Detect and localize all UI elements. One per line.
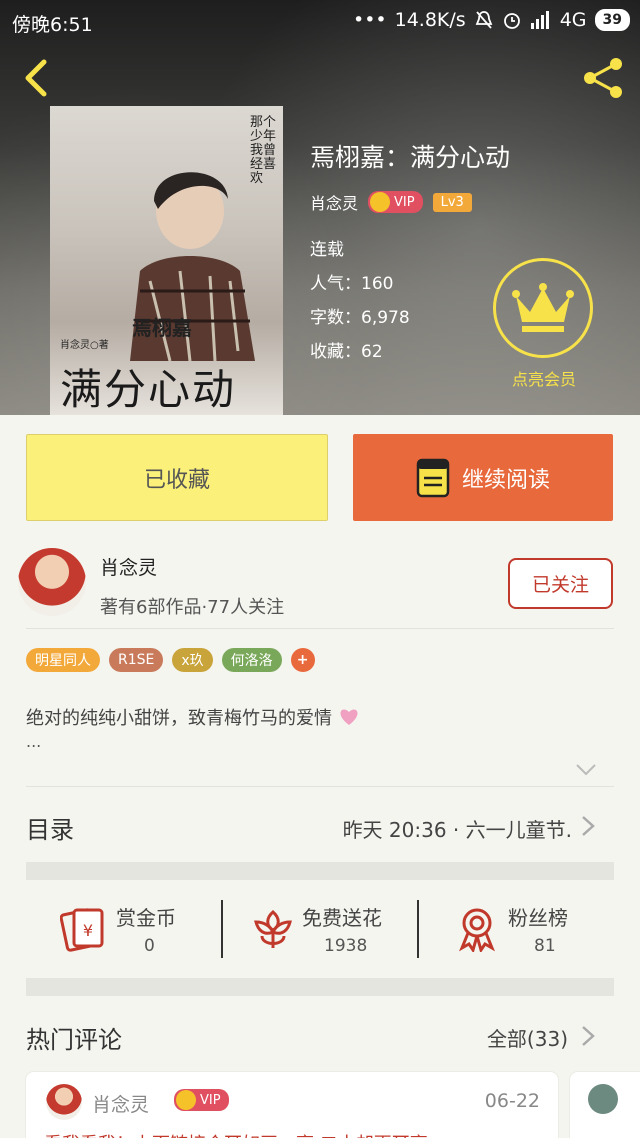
comment-card[interactable] xyxy=(570,1072,640,1138)
member-button[interactable]: 点亮会员 xyxy=(493,258,595,390)
cover-name-text: 焉栩嘉 xyxy=(132,316,192,340)
share-icon[interactable] xyxy=(580,56,628,100)
comment-card[interactable]: 肖念灵 VIP 06-22 看我看我！上面链接合耳如画一亭 二十却更耳亭 xyxy=(26,1072,558,1138)
book-cover[interactable]: 那个少年我曾经喜欢 焉栩嘉 肖念灵○著 满分心动 xyxy=(50,106,283,415)
hot-comments-heading: 热门评论 xyxy=(26,1026,122,1054)
author-name[interactable]: 肖念灵 xyxy=(310,190,358,214)
status-time: 傍晚6:51 xyxy=(12,14,93,36)
author-card-stats: 著有6部作品·77人关注 xyxy=(100,597,285,618)
reward-coins[interactable]: ¥ 赏金币 0 xyxy=(26,882,222,976)
vip-label: VIP xyxy=(394,194,415,210)
serial-status: 连载 xyxy=(310,240,344,260)
tag-list: 明星同人 R1SE x玖 何洛洛 + xyxy=(26,648,315,672)
tag-chip[interactable]: R1SE xyxy=(109,648,164,672)
continue-reading-label: 继续阅读 xyxy=(461,467,550,493)
signal-icon xyxy=(530,11,549,29)
svg-text:¥: ¥ xyxy=(83,921,93,940)
flowers-value: 1938 xyxy=(324,936,368,956)
section-gap xyxy=(26,862,614,880)
follow-button[interactable]: 已关注 xyxy=(508,558,613,609)
word-count: 字数：6,978 xyxy=(310,308,410,328)
crown-icon xyxy=(370,192,391,212)
status-dots: ••• xyxy=(353,9,387,31)
flowers-label: 免费送花 xyxy=(302,906,382,930)
crown-icon xyxy=(512,283,574,332)
popularity: 人气：160 xyxy=(310,274,394,294)
network-type: 4G xyxy=(559,9,587,31)
alarm-icon xyxy=(503,13,520,29)
latest-chapter: 昨天 20:36 · 六一儿童节. xyxy=(342,818,572,842)
fan-ranking[interactable]: 粉丝榜 81 xyxy=(418,882,614,976)
collected-button[interactable]: 已收藏 xyxy=(26,434,328,521)
comment-date: 06-22 xyxy=(484,1090,540,1112)
free-flowers[interactable]: 免费送花 1938 xyxy=(222,882,418,976)
description-text: 绝对的纯纯小甜饼，致青梅竹马的爱情 xyxy=(26,708,332,729)
red-envelope-icon: ¥ xyxy=(60,908,104,952)
book-title: 焉栩嘉：满分心动 xyxy=(310,143,511,172)
chevron-down-icon[interactable] xyxy=(574,762,598,778)
all-comments-link[interactable]: 全部(33) xyxy=(487,1023,568,1052)
cover-calligraphy: 那个少年我曾经喜欢 xyxy=(250,115,277,186)
status-speed: 14.8K/s xyxy=(394,9,466,31)
description-ellipsis: ... xyxy=(26,732,42,751)
author-row: 肖念灵 VIP Lv3 xyxy=(310,190,472,214)
cover-title-text: 满分心动 xyxy=(60,365,237,414)
collection-count: 收藏：62 xyxy=(310,342,383,362)
author-card-name[interactable]: 肖念灵 xyxy=(100,553,157,580)
tag-chip[interactable]: x玖 xyxy=(172,648,213,672)
vip-badge: VIP xyxy=(368,191,423,213)
toc-label: 目录 xyxy=(26,816,74,844)
chevron-right-icon xyxy=(582,816,595,836)
tag-chip[interactable]: 明星同人 xyxy=(26,648,100,672)
table-of-contents-row[interactable]: 目录 昨天 20:36 · 六一儿童节. xyxy=(0,790,640,862)
commenter-avatar[interactable] xyxy=(46,1084,82,1120)
chevron-right-icon[interactable] xyxy=(578,1024,598,1048)
heart-icon xyxy=(340,709,358,725)
fans-value: 81 xyxy=(534,936,556,956)
tag-chip[interactable]: 何洛洛 xyxy=(221,648,282,672)
member-circle xyxy=(493,258,593,358)
member-label: 点亮会员 xyxy=(511,370,576,389)
reward-label: 赏金币 xyxy=(116,906,176,930)
divider xyxy=(26,628,614,629)
continue-reading-button[interactable]: 继续阅读 xyxy=(353,434,613,521)
vip-label: VIP xyxy=(200,1092,221,1108)
book-description: 绝对的纯纯小甜饼，致青梅竹马的爱情 xyxy=(26,704,360,730)
commenter-name[interactable]: 肖念灵 xyxy=(92,1090,149,1117)
book-icon xyxy=(416,458,450,497)
crown-icon xyxy=(176,1090,196,1110)
comment-text: 看我看我！上面链接合耳如画一亭 二十却更耳亭 xyxy=(44,1130,544,1138)
flower-icon xyxy=(254,910,292,948)
section-gap xyxy=(26,978,614,996)
status-bar: 傍晚6:51 ••• 14.8K/s 4G 39 xyxy=(0,0,640,44)
author-avatar[interactable] xyxy=(18,548,86,616)
divider xyxy=(26,786,614,787)
stats-row: ¥ 赏金币 0 免费送花 1938 粉丝榜 81 xyxy=(26,882,614,976)
book-header: 傍晚6:51 ••• 14.8K/s 4G 39 那个少年我曾经喜欢 焉栩嘉 肖… xyxy=(0,0,640,415)
reward-value: 0 xyxy=(144,936,155,956)
fans-label: 粉丝榜 xyxy=(508,906,568,930)
battery-icon: 39 xyxy=(594,9,630,31)
vip-badge: VIP xyxy=(174,1089,229,1111)
commenter-avatar[interactable] xyxy=(588,1084,618,1114)
medal-icon xyxy=(459,908,495,952)
cover-author-text: 肖念灵○著 xyxy=(60,340,109,351)
mute-icon xyxy=(475,11,493,29)
level-badge: Lv3 xyxy=(432,192,472,212)
add-tag-button[interactable]: + xyxy=(290,648,315,672)
status-indicators: ••• 14.8K/s 4G 39 xyxy=(353,9,630,31)
back-arrow-icon[interactable] xyxy=(18,56,54,100)
